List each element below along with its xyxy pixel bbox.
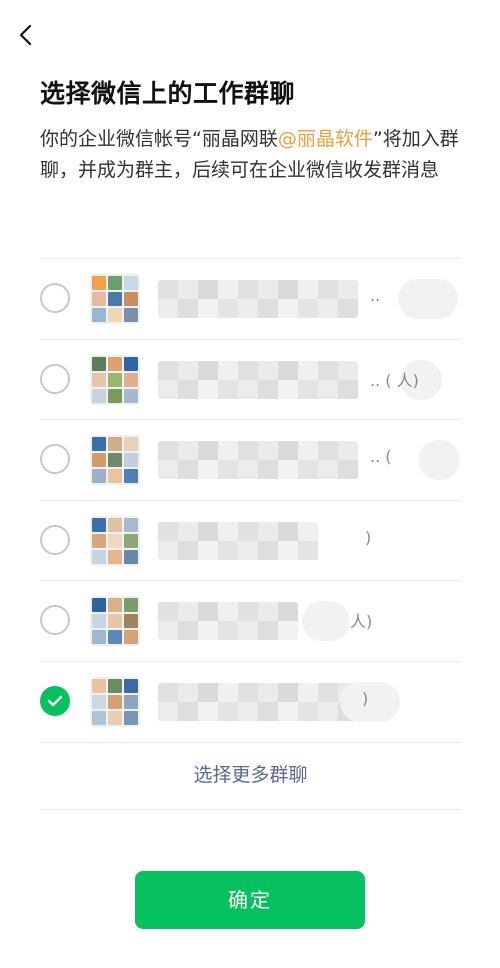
avatar-tile	[124, 453, 138, 468]
group-avatar	[90, 676, 140, 727]
radio-unchecked[interactable]	[40, 363, 70, 394]
avatar-tile	[92, 276, 106, 290]
avatar-tile	[108, 356, 122, 371]
group-avatar	[90, 354, 140, 405]
group-name-redacted	[158, 602, 298, 641]
avatar-tile	[124, 630, 138, 645]
avatar-tile	[92, 308, 106, 322]
avatar-tile	[108, 437, 122, 452]
avatar-tile	[92, 533, 106, 548]
group-name-redacted	[158, 682, 358, 721]
avatar-tile	[108, 710, 122, 725]
avatar-tile	[124, 614, 138, 629]
avatar-tile	[124, 437, 138, 452]
group-row[interactable]: .. (	[40, 420, 461, 501]
member-count-redacted	[398, 279, 458, 319]
select-more-groups-link[interactable]: 选择更多群聊	[40, 740, 461, 810]
avatar-tile	[108, 614, 122, 629]
avatar-tile	[92, 453, 106, 468]
avatar-tile	[108, 308, 122, 322]
group-name-redacted	[158, 521, 318, 560]
page-description: 你的企业微信帐号“丽晶网联@丽晶软件”将加入群聊，并成为群主，后续可在企业微信收…	[40, 124, 470, 186]
avatar-tile	[124, 678, 138, 693]
group-list: .. .. ( 人) .. () 人))	[40, 258, 461, 743]
avatar-tile	[124, 372, 138, 387]
radio-unchecked[interactable]	[40, 283, 70, 313]
confirm-button[interactable]: 确定	[135, 871, 365, 929]
group-name-tail: )	[365, 527, 372, 547]
avatar-tile	[92, 372, 106, 387]
member-count-redacted	[302, 601, 350, 642]
group-name-redacted	[158, 360, 358, 399]
group-name-tail: .. (	[370, 447, 392, 467]
avatar-tile	[108, 694, 122, 709]
avatar-tile	[92, 549, 106, 564]
avatar-tile	[108, 678, 122, 693]
avatar-tile	[92, 292, 106, 306]
avatar-tile	[92, 614, 106, 629]
avatar-tile	[124, 710, 138, 725]
group-avatar	[90, 596, 140, 647]
group-name-tail: )	[362, 688, 369, 708]
group-avatar	[90, 435, 140, 486]
avatar-tile	[92, 710, 106, 725]
desc-prefix: 你的企业微信帐号“丽晶网联	[40, 128, 278, 150]
group-avatar	[90, 515, 140, 566]
avatar-tile	[108, 292, 122, 306]
avatar-tile	[124, 598, 138, 613]
chevron-left-icon	[19, 24, 32, 46]
group-name-tail: .. ( 人)	[370, 370, 419, 390]
avatar-tile	[124, 469, 138, 484]
avatar-tile	[92, 694, 106, 709]
avatar-tile	[92, 469, 106, 484]
avatar-tile	[124, 517, 138, 532]
group-name-redacted	[158, 280, 358, 318]
group-name-tail: ..	[370, 286, 381, 305]
desc-highlight: @丽晶软件	[277, 128, 373, 150]
group-row[interactable]: )	[40, 501, 461, 582]
avatar-tile	[92, 356, 106, 371]
member-count-redacted	[418, 440, 460, 481]
group-row[interactable]: ..	[40, 259, 461, 340]
member-count-redacted	[340, 681, 400, 722]
avatar-tile	[124, 388, 138, 403]
avatar-tile	[124, 308, 138, 322]
avatar-tile	[124, 292, 138, 306]
avatar-tile	[92, 678, 106, 693]
radio-checked[interactable]	[40, 685, 70, 716]
avatar-tile	[108, 372, 122, 387]
avatar-tile	[92, 437, 106, 452]
avatar-tile	[108, 469, 122, 484]
avatar-tile	[108, 388, 122, 403]
avatar-tile	[108, 598, 122, 613]
avatar-tile	[124, 549, 138, 564]
avatar-tile	[108, 276, 122, 290]
group-name-redacted	[158, 441, 358, 480]
group-row[interactable]: )	[40, 662, 461, 743]
avatar-tile	[108, 630, 122, 645]
radio-unchecked[interactable]	[40, 524, 70, 555]
avatar-tile	[92, 598, 106, 613]
avatar-tile	[92, 388, 106, 403]
page-title: 选择微信上的工作群聊	[40, 79, 296, 108]
group-row[interactable]: .. ( 人)	[40, 340, 461, 421]
radio-unchecked[interactable]	[40, 444, 70, 475]
checkmark-icon	[47, 695, 63, 707]
avatar-tile	[124, 694, 138, 709]
radio-unchecked[interactable]	[40, 605, 70, 636]
back-button[interactable]	[12, 20, 42, 50]
avatar-tile	[108, 517, 122, 532]
avatar-tile	[92, 517, 106, 532]
avatar-tile	[124, 276, 138, 290]
avatar-tile	[108, 453, 122, 468]
avatar-tile	[108, 549, 122, 564]
group-avatar	[90, 274, 140, 324]
avatar-tile	[108, 533, 122, 548]
avatar-tile	[92, 630, 106, 645]
avatar-tile	[124, 356, 138, 371]
group-row[interactable]: 人)	[40, 581, 461, 662]
avatar-tile	[124, 533, 138, 548]
group-name-tail: 人)	[350, 612, 373, 632]
